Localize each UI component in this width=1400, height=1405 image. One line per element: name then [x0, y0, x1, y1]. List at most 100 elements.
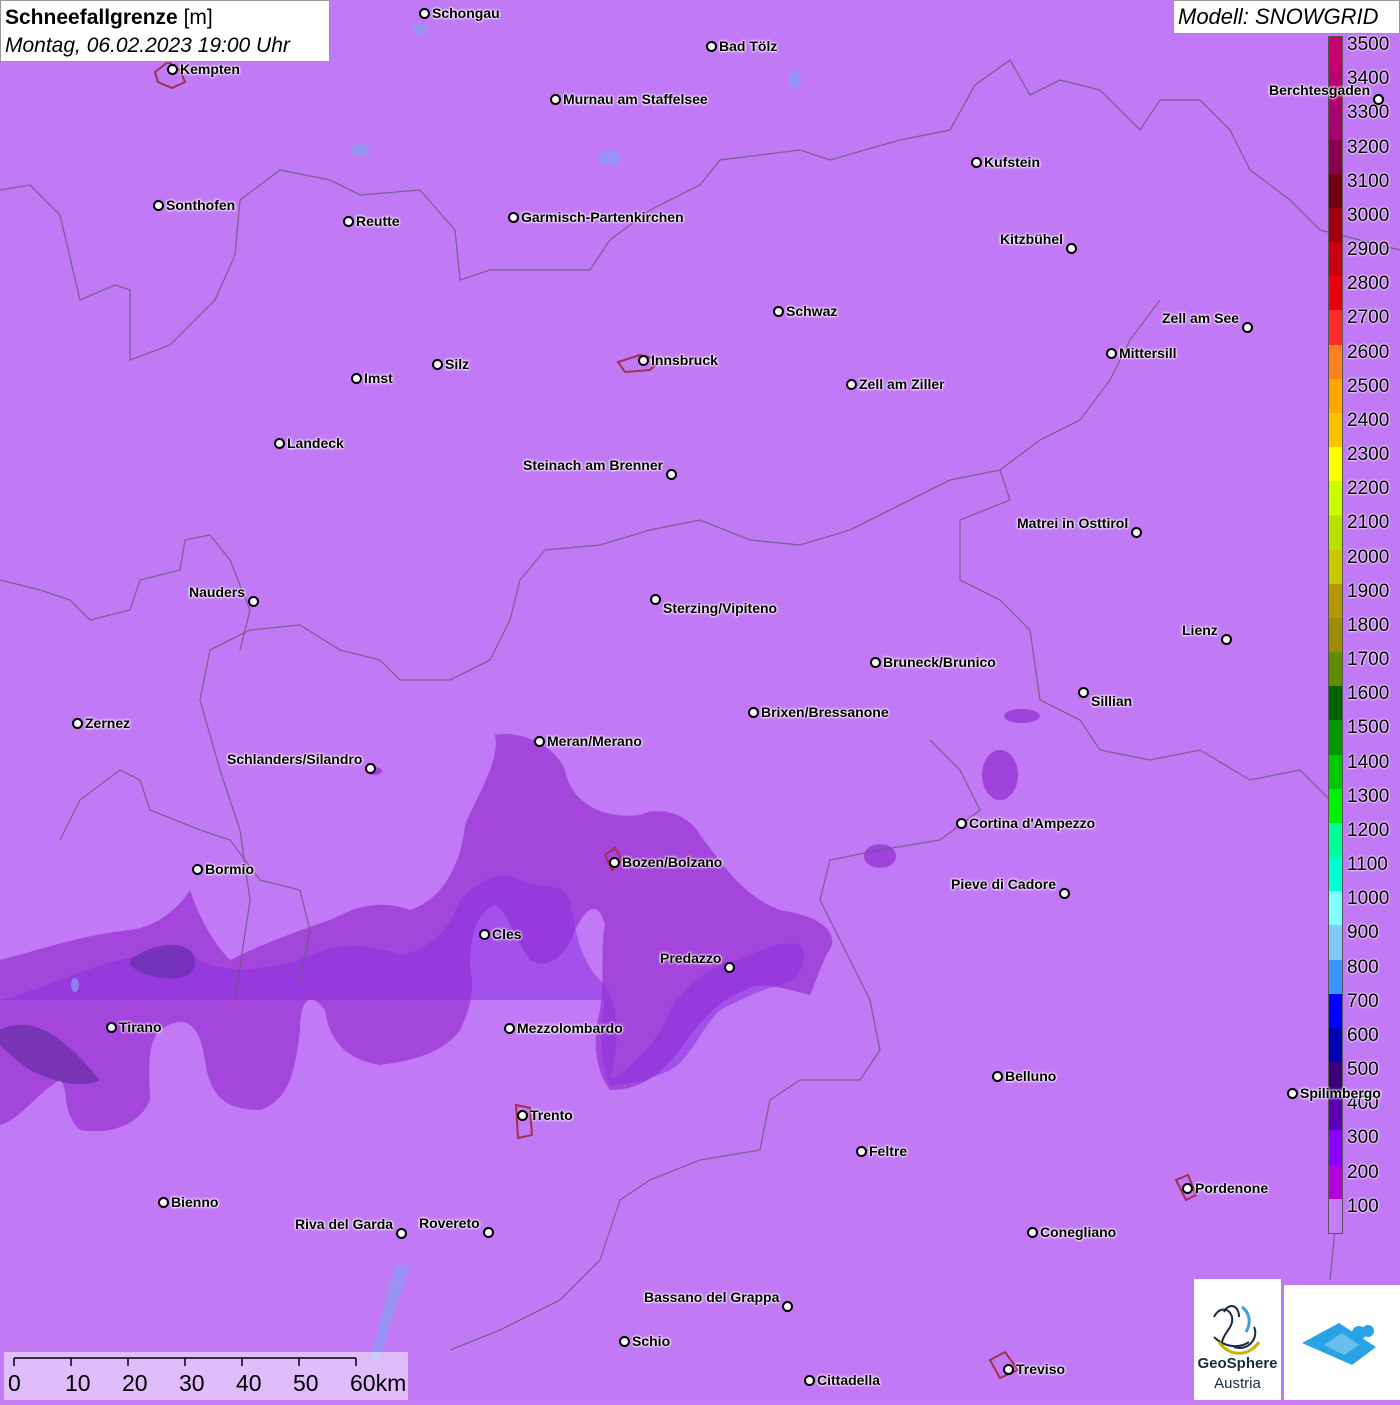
city-marker-dot [516, 1109, 528, 1121]
parameter-name: Schneefallgrenze [5, 6, 178, 29]
city-marker-dot [781, 1300, 793, 1312]
legend-swatch [1329, 720, 1342, 756]
map-title: Schneefallgrenze [m] [5, 3, 325, 33]
city-label: Zell am See [1162, 310, 1240, 326]
city-label: Mittersill [1119, 345, 1177, 361]
city-label: Schio [632, 1333, 671, 1349]
city-marker-dot [503, 1022, 515, 1034]
city-label: Bruneck/Brunico [883, 654, 996, 670]
partner-logo[interactable] [1284, 1285, 1400, 1400]
city-label: Imst [364, 370, 393, 386]
city-marker-dot [273, 437, 285, 449]
city-marker-dot [747, 706, 759, 718]
city-label: Bienno [171, 1194, 219, 1210]
city-label: Feltre [869, 1143, 908, 1159]
city-label: Reutte [356, 213, 400, 229]
legend-swatch [1329, 1130, 1342, 1166]
parameter-unit: [m] [183, 6, 213, 29]
city-marker-dot [1130, 526, 1142, 538]
legend-label: 3100 [1347, 170, 1390, 192]
legend-swatch [1329, 412, 1342, 448]
city-marker-dot [152, 199, 164, 211]
legend-swatch [1329, 959, 1342, 995]
city-marker-dot [395, 1227, 407, 1239]
legend-label: 3200 [1347, 136, 1390, 158]
legend-swatch [1329, 481, 1342, 516]
city-marker-dot [1181, 1182, 1193, 1194]
legend-label: 1000 [1347, 888, 1390, 910]
legend-swatch [1329, 993, 1342, 1029]
legend-label: 2100 [1347, 512, 1390, 534]
map-title-box: Schneefallgrenze [m] Montag, 06.02.2023 … [0, 0, 330, 62]
city-marker-dot [970, 156, 982, 168]
city-label: Berchtesgaden [1269, 82, 1371, 98]
geosphere-logo-subtext: Austria [1214, 1375, 1261, 1392]
legend-label: 1600 [1347, 683, 1390, 705]
legend-label: 2500 [1347, 375, 1390, 397]
legend-label: 1100 [1347, 854, 1388, 876]
city-marker-dot [845, 378, 857, 390]
legend-label: 2700 [1347, 307, 1390, 329]
city-label: Sonthofen [166, 197, 236, 213]
city-label: Lienz [1182, 622, 1218, 638]
city-label: Bad Tölz [719, 38, 778, 54]
legend-swatch [1329, 310, 1342, 346]
legend-swatch [1329, 105, 1342, 140]
city-label: Mezzolombardo [517, 1020, 623, 1036]
legend-swatch [1329, 1198, 1342, 1234]
city-label: Kufstein [984, 154, 1040, 170]
city-marker-dot [772, 305, 784, 317]
legend-label: 600 [1347, 1024, 1379, 1046]
legend-swatch [1329, 549, 1342, 585]
legend-label: 500 [1347, 1059, 1379, 1081]
city-marker-dot [1058, 887, 1070, 899]
city-marker-dot [705, 40, 717, 52]
legend-swatch [1329, 754, 1342, 790]
city-label: Cles [492, 926, 522, 942]
geosphere-logo[interactable]: GeoSphere Austria [1194, 1279, 1281, 1400]
city-marker-dot [991, 1070, 1003, 1082]
legend-swatch [1329, 891, 1342, 926]
city-label: Pieve di Cadore [951, 876, 1057, 892]
legend-swatch [1329, 1096, 1342, 1131]
city-marker-dot [350, 372, 362, 384]
city-marker-dot [665, 468, 677, 480]
legend-label: 2400 [1347, 409, 1390, 431]
legend-label: 3500 [1347, 34, 1390, 55]
legend-swatch [1329, 378, 1342, 414]
legend-swatch [1329, 686, 1342, 721]
scale-tick-label: 10 [65, 1370, 91, 1396]
city-marker-dot [191, 863, 203, 875]
city-marker-dot [1241, 321, 1253, 333]
legend-label: 1500 [1347, 717, 1390, 739]
legend-swatch [1329, 617, 1342, 653]
legend-swatch [1329, 1027, 1342, 1063]
city-marker-dot [482, 1226, 494, 1238]
city-label: Conegliano [1040, 1224, 1117, 1240]
city-label: Innsbruck [651, 352, 718, 368]
city-label: Riva del Garda [295, 1216, 394, 1232]
scale-tick-label: 20 [122, 1370, 148, 1396]
city-marker-dot [71, 717, 83, 729]
city-label: Pordenone [1195, 1180, 1269, 1196]
city-label: Schongau [432, 5, 500, 21]
legend-swatch [1329, 925, 1342, 961]
legend-swatch [1329, 207, 1342, 243]
legend-label: 1300 [1347, 785, 1390, 807]
city-marker-dot [247, 595, 259, 607]
legend-swatch [1329, 857, 1342, 892]
legend-swatch [1329, 242, 1342, 277]
city-label: Sterzing/Vipiteno [663, 600, 778, 616]
city-marker-dot [1065, 242, 1077, 254]
legend-color-bar [1328, 36, 1343, 1234]
city-label: Zell am Ziller [859, 376, 945, 392]
city-label: Bozen/Bolzano [622, 854, 723, 870]
city-label: Sillian [1091, 693, 1133, 709]
legend-label: 900 [1347, 922, 1379, 944]
city-label: Matrei in Osttirol [1017, 515, 1129, 531]
scale-tick-label: 40 [236, 1370, 262, 1396]
color-legend: 3500 3400 3300 3200 3100 3000 2900 2800 2700 2600… [1328, 34, 1400, 1236]
city-label: Rovereto [419, 1215, 480, 1231]
legend-swatch [1329, 139, 1342, 175]
city-label: Bassano del Grappa [644, 1289, 780, 1305]
